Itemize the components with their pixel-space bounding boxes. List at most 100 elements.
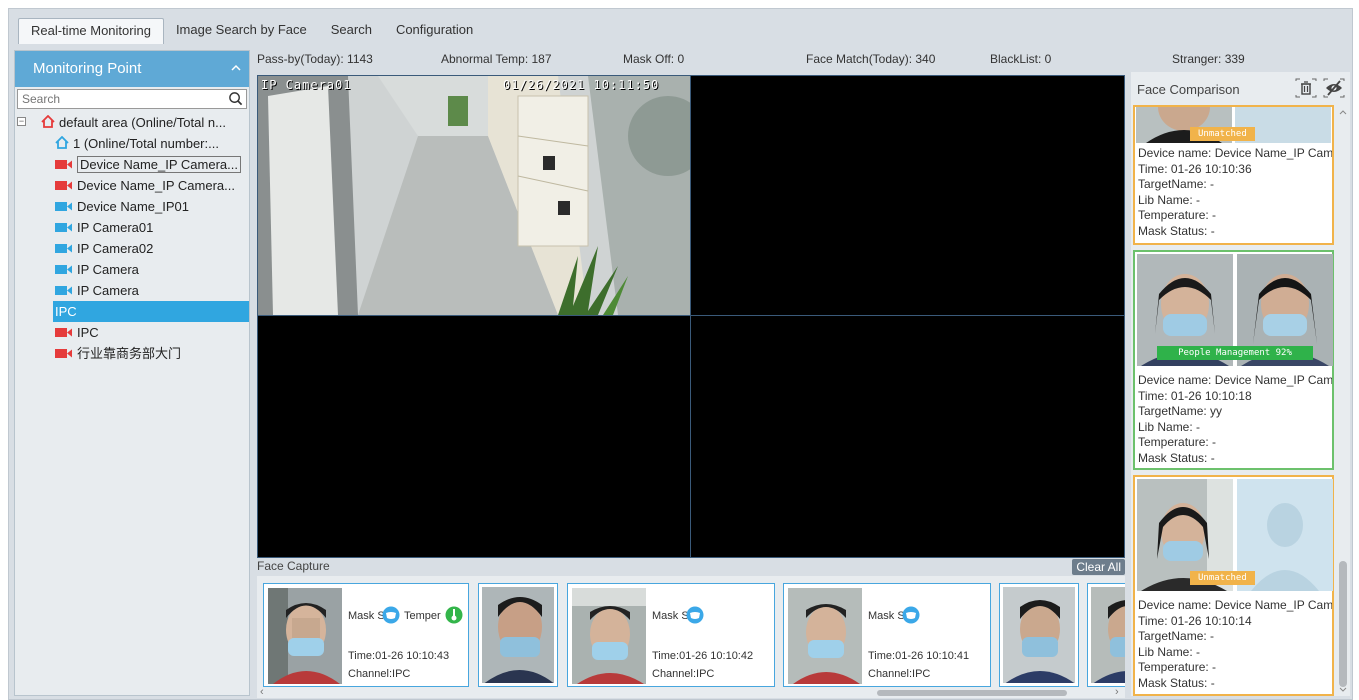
collapse-node-icon[interactable]: − xyxy=(17,117,26,126)
camera-icon xyxy=(55,176,73,197)
tree-node-label: Device Name_IP01 xyxy=(77,199,189,214)
scrollbar-thumb[interactable] xyxy=(1339,561,1347,687)
camera-icon xyxy=(55,239,73,260)
tree-search-box xyxy=(17,89,247,109)
capture-thumbnail[interactable] xyxy=(478,583,558,687)
comparison-card[interactable]: People Management 92% Device name: Devic… xyxy=(1133,250,1334,470)
lib-name: Lib Name: - xyxy=(1138,644,1201,659)
temperature: Temperature: - xyxy=(1138,660,1217,674)
temperature-label: Temper xyxy=(404,610,441,622)
captured-face-image xyxy=(788,588,862,684)
face-capture-strip: Mask St Temper Time:01-26 10:10:43 Chann… xyxy=(257,576,1125,688)
camera-icon xyxy=(55,260,73,281)
device-name: Device name: Device Name_IP Camer xyxy=(1138,373,1332,387)
hide-icon[interactable] xyxy=(1322,77,1346,99)
tree-node[interactable]: − default area (Online/Total n... xyxy=(15,112,249,133)
tree-node[interactable]: 1 (Online/Total number:... xyxy=(15,133,249,154)
camera-name-osd: IP Camera01 xyxy=(261,78,352,92)
camera-icon xyxy=(55,281,73,302)
comparison-card[interactable]: Unmatched Device name: Device Name_IP Ca… xyxy=(1133,105,1334,245)
monitoring-point-header[interactable]: Monitoring Point xyxy=(15,51,249,87)
scroll-right-icon[interactable]: › xyxy=(1115,686,1119,698)
camera-icon xyxy=(55,155,73,176)
tree-node[interactable]: 行业靠商务部大门 xyxy=(15,343,249,364)
capture-thumbnail[interactable] xyxy=(1087,583,1125,687)
match-status-tag: Unmatched xyxy=(1190,127,1255,141)
camera-icon xyxy=(55,218,73,239)
mask-off-count: Mask Off: 0 xyxy=(623,52,685,66)
camera-icon xyxy=(55,323,73,344)
comparison-card[interactable]: Unmatched Device name: Device Name_IP Ca… xyxy=(1133,475,1334,696)
capture-time: Time: 01-26 10:10:36 xyxy=(1138,161,1252,176)
scroll-left-icon[interactable]: ‹ xyxy=(260,686,264,698)
lib-name: Lib Name: - xyxy=(1138,192,1201,207)
capture-card[interactable]: Mask St Time:01-26 10:10:41 Channel:IPC xyxy=(783,583,991,687)
main-tabs: Real-time Monitoring Image Search by Fac… xyxy=(18,18,485,44)
stranger-count: Stranger: 339 xyxy=(1172,52,1245,66)
mask-status: Mask Status: - xyxy=(1138,450,1215,465)
tree-node[interactable]: IPC xyxy=(53,301,249,322)
tab-search[interactable]: Search xyxy=(319,18,384,44)
tree-node[interactable]: IP Camera01 xyxy=(15,217,249,238)
face-comparison-title: Face Comparison xyxy=(1137,82,1240,97)
device-name: Device name: Device Name_IP Camer xyxy=(1138,598,1332,612)
target-name: TargetName: - xyxy=(1138,177,1215,191)
tree-node-label: IP Camera01 xyxy=(77,220,154,235)
device-name: Device name: Device Name_IP Camer xyxy=(1138,146,1332,160)
collapse-icon[interactable] xyxy=(231,51,241,87)
captured-face-image xyxy=(572,588,646,684)
abnormal-temp-count: Abnormal Temp: 187 xyxy=(441,52,552,66)
scroll-up-icon[interactable] xyxy=(1338,108,1348,116)
face-comparison-panel: Face Comparison Unmatched Device name: D… xyxy=(1131,72,1350,696)
tree-node[interactable]: IP Camera xyxy=(15,280,249,301)
video-window-3[interactable] xyxy=(257,315,691,558)
tree-node[interactable]: IP Camera02 xyxy=(15,238,249,259)
capture-channel: Channel:IPC xyxy=(868,668,931,680)
face-capture-header: Face Capture Clear All xyxy=(257,558,1125,575)
tree-node-label: IPC xyxy=(77,325,99,340)
captured-face-image xyxy=(482,587,554,683)
tab-real-time-monitoring[interactable]: Real-time Monitoring xyxy=(18,18,164,44)
scroll-down-icon[interactable] xyxy=(1338,686,1348,694)
mask-status: Mask Status: - xyxy=(1138,675,1215,690)
capture-channel: Channel:IPC xyxy=(348,668,411,680)
home-icon xyxy=(41,113,55,134)
device-tree: − default area (Online/Total n... 1 (Onlin… xyxy=(15,109,249,364)
tree-node-label: Device Name_IP Camera... xyxy=(77,178,235,193)
tree-node[interactable]: Device Name_IP01 xyxy=(15,196,249,217)
tree-node[interactable]: IP Camera xyxy=(15,259,249,280)
camera-icon xyxy=(55,197,73,218)
capture-time: Time:01-26 10:10:42 xyxy=(652,650,754,662)
search-icon[interactable] xyxy=(228,91,243,106)
tree-node[interactable]: IPC xyxy=(15,322,249,343)
video-window-4[interactable] xyxy=(690,315,1125,558)
delete-icon[interactable] xyxy=(1294,77,1318,99)
face-match-count: Face Match(Today): 340 xyxy=(806,52,936,66)
tab-image-search-by-face[interactable]: Image Search by Face xyxy=(164,18,319,44)
scrollbar-thumb[interactable] xyxy=(877,690,1067,696)
capture-time: Time: 01-26 10:10:14 xyxy=(1138,613,1252,628)
target-name: TargetName: - xyxy=(1138,629,1215,643)
captured-face-image xyxy=(1003,587,1075,683)
capture-channel: Channel:IPC xyxy=(652,668,715,680)
capture-card[interactable]: Mask St Temper Time:01-26 10:10:43 Chann… xyxy=(263,583,469,687)
temperature: Temperature: - xyxy=(1138,435,1217,449)
clear-all-button[interactable]: Clear All xyxy=(1072,559,1125,575)
video-window-1[interactable]: IP Camera01 01/26/2021 10:11:50 xyxy=(257,75,691,316)
video-grid: IP Camera01 01/26/2021 10:11:50 xyxy=(257,75,1125,558)
match-status-tag: People Management 92% xyxy=(1157,346,1313,360)
tree-node[interactable]: Device Name_IP Camera... xyxy=(15,154,249,175)
capture-time: Time:01-26 10:10:43 xyxy=(348,650,450,662)
comparison-scrollbar[interactable] xyxy=(1338,106,1348,696)
statistics-bar: Pass-by(Today): 1143 Abnormal Temp: 187 … xyxy=(257,52,1347,68)
passby-count: Pass-by(Today): 1143 xyxy=(257,52,373,66)
tree-search-input[interactable] xyxy=(18,90,218,108)
capture-horizontal-scrollbar[interactable]: ‹ › xyxy=(257,686,1125,698)
tree-node-label: Device Name_IP Camera... xyxy=(77,156,241,173)
capture-thumbnail[interactable] xyxy=(999,583,1079,687)
tab-configuration[interactable]: Configuration xyxy=(384,18,485,44)
video-window-2[interactable] xyxy=(690,75,1125,316)
capture-card[interactable]: Mask St Time:01-26 10:10:42 Channel:IPC xyxy=(567,583,775,687)
tree-node[interactable]: Device Name_IP Camera... xyxy=(15,175,249,196)
tree-node-label: 1 (Online/Total number:... xyxy=(73,136,219,151)
